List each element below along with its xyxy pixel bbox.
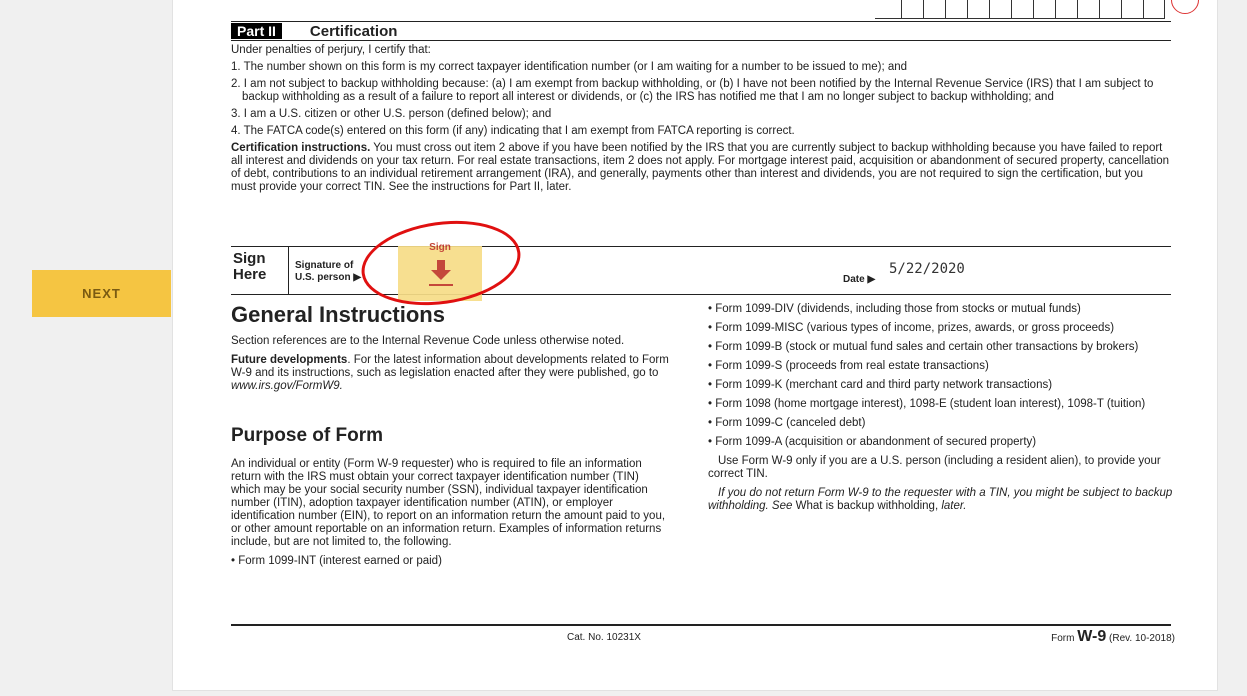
purpose-body: An individual or entity (Form W-9 reques… — [231, 458, 666, 548]
part-label: Part II — [231, 23, 282, 39]
purpose-of-form-heading: Purpose of Form — [231, 425, 384, 446]
irs-link[interactable]: www.irs.gov/FormW9. — [231, 380, 343, 392]
list-item: • Form 1098 (home mortgage interest), 10… — [708, 398, 1146, 410]
signature-label: Signature of U.S. person ▶ — [295, 260, 361, 284]
signature-label-line-1: Signature of — [295, 260, 354, 271]
form-rev-date: (Rev. 10-2018) — [1109, 633, 1175, 644]
list-item: • Form 1099-S (proceeds from real estate… — [708, 360, 989, 372]
list-item: • Form 1099-MISC (various types of incom… — [708, 322, 1115, 334]
general-instructions-heading: General Instructions — [231, 302, 445, 327]
purpose-of-form-text: An individual or entity (Form W-9 reques… — [231, 458, 671, 568]
list-item: • Form 1099-DIV (dividends, including th… — [708, 303, 1081, 315]
catalog-number: Cat. No. 10231X — [567, 632, 641, 643]
signature-label-line-2: U.S. person ▶ — [295, 272, 362, 283]
form-revision: Form W-9 (Rev. 10-2018) — [1051, 628, 1175, 646]
certification-instructions: Certification instructions. You must cro… — [231, 142, 1171, 194]
sign-here-line-1: Sign — [233, 250, 266, 267]
bullet-1099-int: • Form 1099-INT (interest earned or paid… — [231, 555, 442, 567]
warning-end: later. — [938, 500, 967, 512]
tin-underline — [875, 18, 1165, 19]
date-value[interactable]: 5/22/2020 — [889, 261, 965, 277]
sign-here-line-2: Here — [233, 266, 267, 283]
backup-withholding-warning: If you do not return Form W-9 to the req… — [708, 487, 1173, 513]
document-page: Part II Certification Under penalties of… — [172, 0, 1218, 691]
annotation-circle-partial — [1171, 0, 1199, 14]
download-arrow-icon — [429, 260, 453, 286]
sign-here-row: Sign Here Signature of U.S. person ▶ Dat… — [231, 246, 1171, 295]
future-developments: Future developments. For the latest info… — [231, 354, 671, 393]
tin-boxes — [901, 0, 1165, 18]
form-name: W-9 — [1077, 628, 1107, 645]
general-instructions-text: Section references are to the Internal R… — [231, 335, 671, 393]
certification-item-3: 3. I am a U.S. citizen or other U.S. per… — [231, 108, 552, 120]
form-prefix: Form — [1051, 633, 1075, 644]
section-references: Section references are to the Internal R… — [231, 335, 625, 347]
warning-normal: What is backup withholding, — [795, 500, 939, 512]
right-column-list: • Form 1099-DIV (dividends, including th… — [708, 303, 1173, 519]
date-label: Date ▶ — [843, 274, 876, 285]
sign-here-label: Sign Here — [233, 251, 266, 283]
next-button[interactable]: NEXT — [32, 270, 171, 317]
future-developments-heading: Future developments — [231, 354, 348, 366]
certification-item-1: 1. The number shown on this form is my c… — [231, 61, 908, 73]
certification-instructions-heading: Certification instructions. — [231, 142, 371, 154]
part-ii-header: Part II Certification — [231, 21, 1171, 41]
certification-item-2: 2. I am not subject to backup withholdin… — [231, 78, 1154, 103]
sign-widget-button[interactable]: Sign — [398, 242, 482, 301]
use-w9-note: Use Form W-9 only if you are a U.S. pers… — [708, 455, 1161, 480]
certification-text: Under penalties of perjury, I certify th… — [231, 44, 1171, 198]
sign-divider — [288, 247, 289, 294]
footer-divider — [231, 624, 1171, 626]
sign-widget-label: Sign — [429, 242, 451, 253]
list-item: • Form 1099-C (canceled debt) — [708, 417, 866, 429]
certification-instructions-body: You must cross out item 2 above if you h… — [231, 142, 1169, 193]
certification-intro: Under penalties of perjury, I certify th… — [231, 44, 431, 56]
list-item: • Form 1099-K (merchant card and third p… — [708, 379, 1053, 391]
list-item: • Form 1099-A (acquisition or abandonmen… — [708, 436, 1037, 448]
part-title: Certification — [309, 22, 398, 40]
certification-item-4: 4. The FATCA code(s) entered on this for… — [231, 125, 795, 137]
list-item: • Form 1099-B (stock or mutual fund sale… — [708, 341, 1139, 353]
